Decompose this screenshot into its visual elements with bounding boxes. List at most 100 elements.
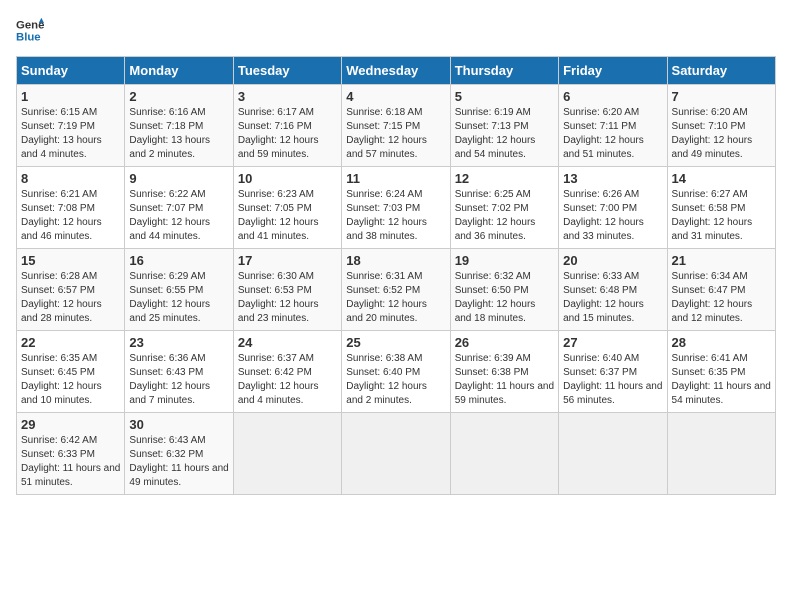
day-number: 30 (129, 417, 228, 432)
day-number: 22 (21, 335, 120, 350)
day-detail: Sunrise: 6:38 AMSunset: 6:40 PMDaylight:… (346, 352, 445, 408)
day-detail: Sunrise: 6:21 AMSunset: 7:08 PMDaylight:… (21, 188, 120, 244)
day-detail: Sunrise: 6:20 AMSunset: 7:11 PMDaylight:… (563, 106, 662, 162)
day-number: 17 (238, 253, 337, 268)
calendar-cell: 27 Sunrise: 6:40 AMSunset: 6:37 PMDaylig… (559, 331, 667, 413)
col-header-sunday: Sunday (17, 57, 125, 85)
day-number: 18 (346, 253, 445, 268)
day-number: 2 (129, 89, 228, 104)
calendar-table: SundayMondayTuesdayWednesdayThursdayFrid… (16, 56, 776, 495)
day-number: 19 (455, 253, 554, 268)
calendar-cell: 6 Sunrise: 6:20 AMSunset: 7:11 PMDayligh… (559, 85, 667, 167)
day-number: 15 (21, 253, 120, 268)
day-number: 28 (672, 335, 771, 350)
day-number: 24 (238, 335, 337, 350)
day-detail: Sunrise: 6:23 AMSunset: 7:05 PMDaylight:… (238, 188, 337, 244)
day-detail: Sunrise: 6:35 AMSunset: 6:45 PMDaylight:… (21, 352, 120, 408)
day-number: 13 (563, 171, 662, 186)
calendar-cell: 14 Sunrise: 6:27 AMSunset: 6:58 PMDaylig… (667, 167, 775, 249)
day-number: 25 (346, 335, 445, 350)
day-number: 5 (455, 89, 554, 104)
calendar-cell: 20 Sunrise: 6:33 AMSunset: 6:48 PMDaylig… (559, 249, 667, 331)
calendar-cell: 19 Sunrise: 6:32 AMSunset: 6:50 PMDaylig… (450, 249, 558, 331)
day-number: 9 (129, 171, 228, 186)
calendar-cell: 3 Sunrise: 6:17 AMSunset: 7:16 PMDayligh… (233, 85, 341, 167)
calendar-cell: 8 Sunrise: 6:21 AMSunset: 7:08 PMDayligh… (17, 167, 125, 249)
calendar-cell: 2 Sunrise: 6:16 AMSunset: 7:18 PMDayligh… (125, 85, 233, 167)
logo: General Blue (16, 16, 44, 44)
calendar-cell: 23 Sunrise: 6:36 AMSunset: 6:43 PMDaylig… (125, 331, 233, 413)
day-detail: Sunrise: 6:26 AMSunset: 7:00 PMDaylight:… (563, 188, 662, 244)
day-detail: Sunrise: 6:15 AMSunset: 7:19 PMDaylight:… (21, 106, 120, 162)
calendar-cell: 17 Sunrise: 6:30 AMSunset: 6:53 PMDaylig… (233, 249, 341, 331)
day-number: 29 (21, 417, 120, 432)
calendar-cell: 9 Sunrise: 6:22 AMSunset: 7:07 PMDayligh… (125, 167, 233, 249)
page-header: General Blue (16, 16, 776, 44)
calendar-cell: 28 Sunrise: 6:41 AMSunset: 6:35 PMDaylig… (667, 331, 775, 413)
day-detail: Sunrise: 6:33 AMSunset: 6:48 PMDaylight:… (563, 270, 662, 326)
calendar-cell: 1 Sunrise: 6:15 AMSunset: 7:19 PMDayligh… (17, 85, 125, 167)
col-header-monday: Monday (125, 57, 233, 85)
day-number: 11 (346, 171, 445, 186)
day-detail: Sunrise: 6:36 AMSunset: 6:43 PMDaylight:… (129, 352, 228, 408)
day-detail: Sunrise: 6:39 AMSunset: 6:38 PMDaylight:… (455, 352, 554, 408)
calendar-cell (667, 413, 775, 495)
col-header-saturday: Saturday (667, 57, 775, 85)
day-number: 16 (129, 253, 228, 268)
day-detail: Sunrise: 6:25 AMSunset: 7:02 PMDaylight:… (455, 188, 554, 244)
day-detail: Sunrise: 6:28 AMSunset: 6:57 PMDaylight:… (21, 270, 120, 326)
calendar-cell: 24 Sunrise: 6:37 AMSunset: 6:42 PMDaylig… (233, 331, 341, 413)
day-detail: Sunrise: 6:41 AMSunset: 6:35 PMDaylight:… (672, 352, 771, 408)
day-detail: Sunrise: 6:30 AMSunset: 6:53 PMDaylight:… (238, 270, 337, 326)
day-detail: Sunrise: 6:27 AMSunset: 6:58 PMDaylight:… (672, 188, 771, 244)
calendar-cell: 13 Sunrise: 6:26 AMSunset: 7:00 PMDaylig… (559, 167, 667, 249)
col-header-thursday: Thursday (450, 57, 558, 85)
calendar-cell: 11 Sunrise: 6:24 AMSunset: 7:03 PMDaylig… (342, 167, 450, 249)
day-detail: Sunrise: 6:43 AMSunset: 6:32 PMDaylight:… (129, 434, 228, 490)
col-header-wednesday: Wednesday (342, 57, 450, 85)
col-header-friday: Friday (559, 57, 667, 85)
day-detail: Sunrise: 6:37 AMSunset: 6:42 PMDaylight:… (238, 352, 337, 408)
calendar-cell: 18 Sunrise: 6:31 AMSunset: 6:52 PMDaylig… (342, 249, 450, 331)
day-number: 4 (346, 89, 445, 104)
calendar-cell: 4 Sunrise: 6:18 AMSunset: 7:15 PMDayligh… (342, 85, 450, 167)
calendar-cell: 16 Sunrise: 6:29 AMSunset: 6:55 PMDaylig… (125, 249, 233, 331)
day-detail: Sunrise: 6:40 AMSunset: 6:37 PMDaylight:… (563, 352, 662, 408)
day-detail: Sunrise: 6:17 AMSunset: 7:16 PMDaylight:… (238, 106, 337, 162)
day-number: 7 (672, 89, 771, 104)
calendar-cell (559, 413, 667, 495)
day-detail: Sunrise: 6:22 AMSunset: 7:07 PMDaylight:… (129, 188, 228, 244)
day-number: 1 (21, 89, 120, 104)
calendar-cell: 22 Sunrise: 6:35 AMSunset: 6:45 PMDaylig… (17, 331, 125, 413)
calendar-cell: 5 Sunrise: 6:19 AMSunset: 7:13 PMDayligh… (450, 85, 558, 167)
calendar-cell: 15 Sunrise: 6:28 AMSunset: 6:57 PMDaylig… (17, 249, 125, 331)
day-number: 12 (455, 171, 554, 186)
calendar-cell (342, 413, 450, 495)
day-detail: Sunrise: 6:29 AMSunset: 6:55 PMDaylight:… (129, 270, 228, 326)
day-detail: Sunrise: 6:16 AMSunset: 7:18 PMDaylight:… (129, 106, 228, 162)
day-number: 23 (129, 335, 228, 350)
calendar-cell: 26 Sunrise: 6:39 AMSunset: 6:38 PMDaylig… (450, 331, 558, 413)
svg-text:Blue: Blue (16, 32, 41, 44)
day-detail: Sunrise: 6:20 AMSunset: 7:10 PMDaylight:… (672, 106, 771, 162)
calendar-cell (233, 413, 341, 495)
day-number: 10 (238, 171, 337, 186)
day-detail: Sunrise: 6:31 AMSunset: 6:52 PMDaylight:… (346, 270, 445, 326)
day-detail: Sunrise: 6:18 AMSunset: 7:15 PMDaylight:… (346, 106, 445, 162)
day-number: 27 (563, 335, 662, 350)
calendar-cell: 30 Sunrise: 6:43 AMSunset: 6:32 PMDaylig… (125, 413, 233, 495)
day-number: 26 (455, 335, 554, 350)
col-header-tuesday: Tuesday (233, 57, 341, 85)
day-number: 20 (563, 253, 662, 268)
day-detail: Sunrise: 6:32 AMSunset: 6:50 PMDaylight:… (455, 270, 554, 326)
calendar-cell: 21 Sunrise: 6:34 AMSunset: 6:47 PMDaylig… (667, 249, 775, 331)
day-detail: Sunrise: 6:34 AMSunset: 6:47 PMDaylight:… (672, 270, 771, 326)
day-number: 3 (238, 89, 337, 104)
day-number: 8 (21, 171, 120, 186)
logo-icon: General Blue (16, 16, 44, 44)
day-detail: Sunrise: 6:24 AMSunset: 7:03 PMDaylight:… (346, 188, 445, 244)
calendar-cell: 12 Sunrise: 6:25 AMSunset: 7:02 PMDaylig… (450, 167, 558, 249)
day-number: 21 (672, 253, 771, 268)
day-number: 6 (563, 89, 662, 104)
calendar-cell: 7 Sunrise: 6:20 AMSunset: 7:10 PMDayligh… (667, 85, 775, 167)
